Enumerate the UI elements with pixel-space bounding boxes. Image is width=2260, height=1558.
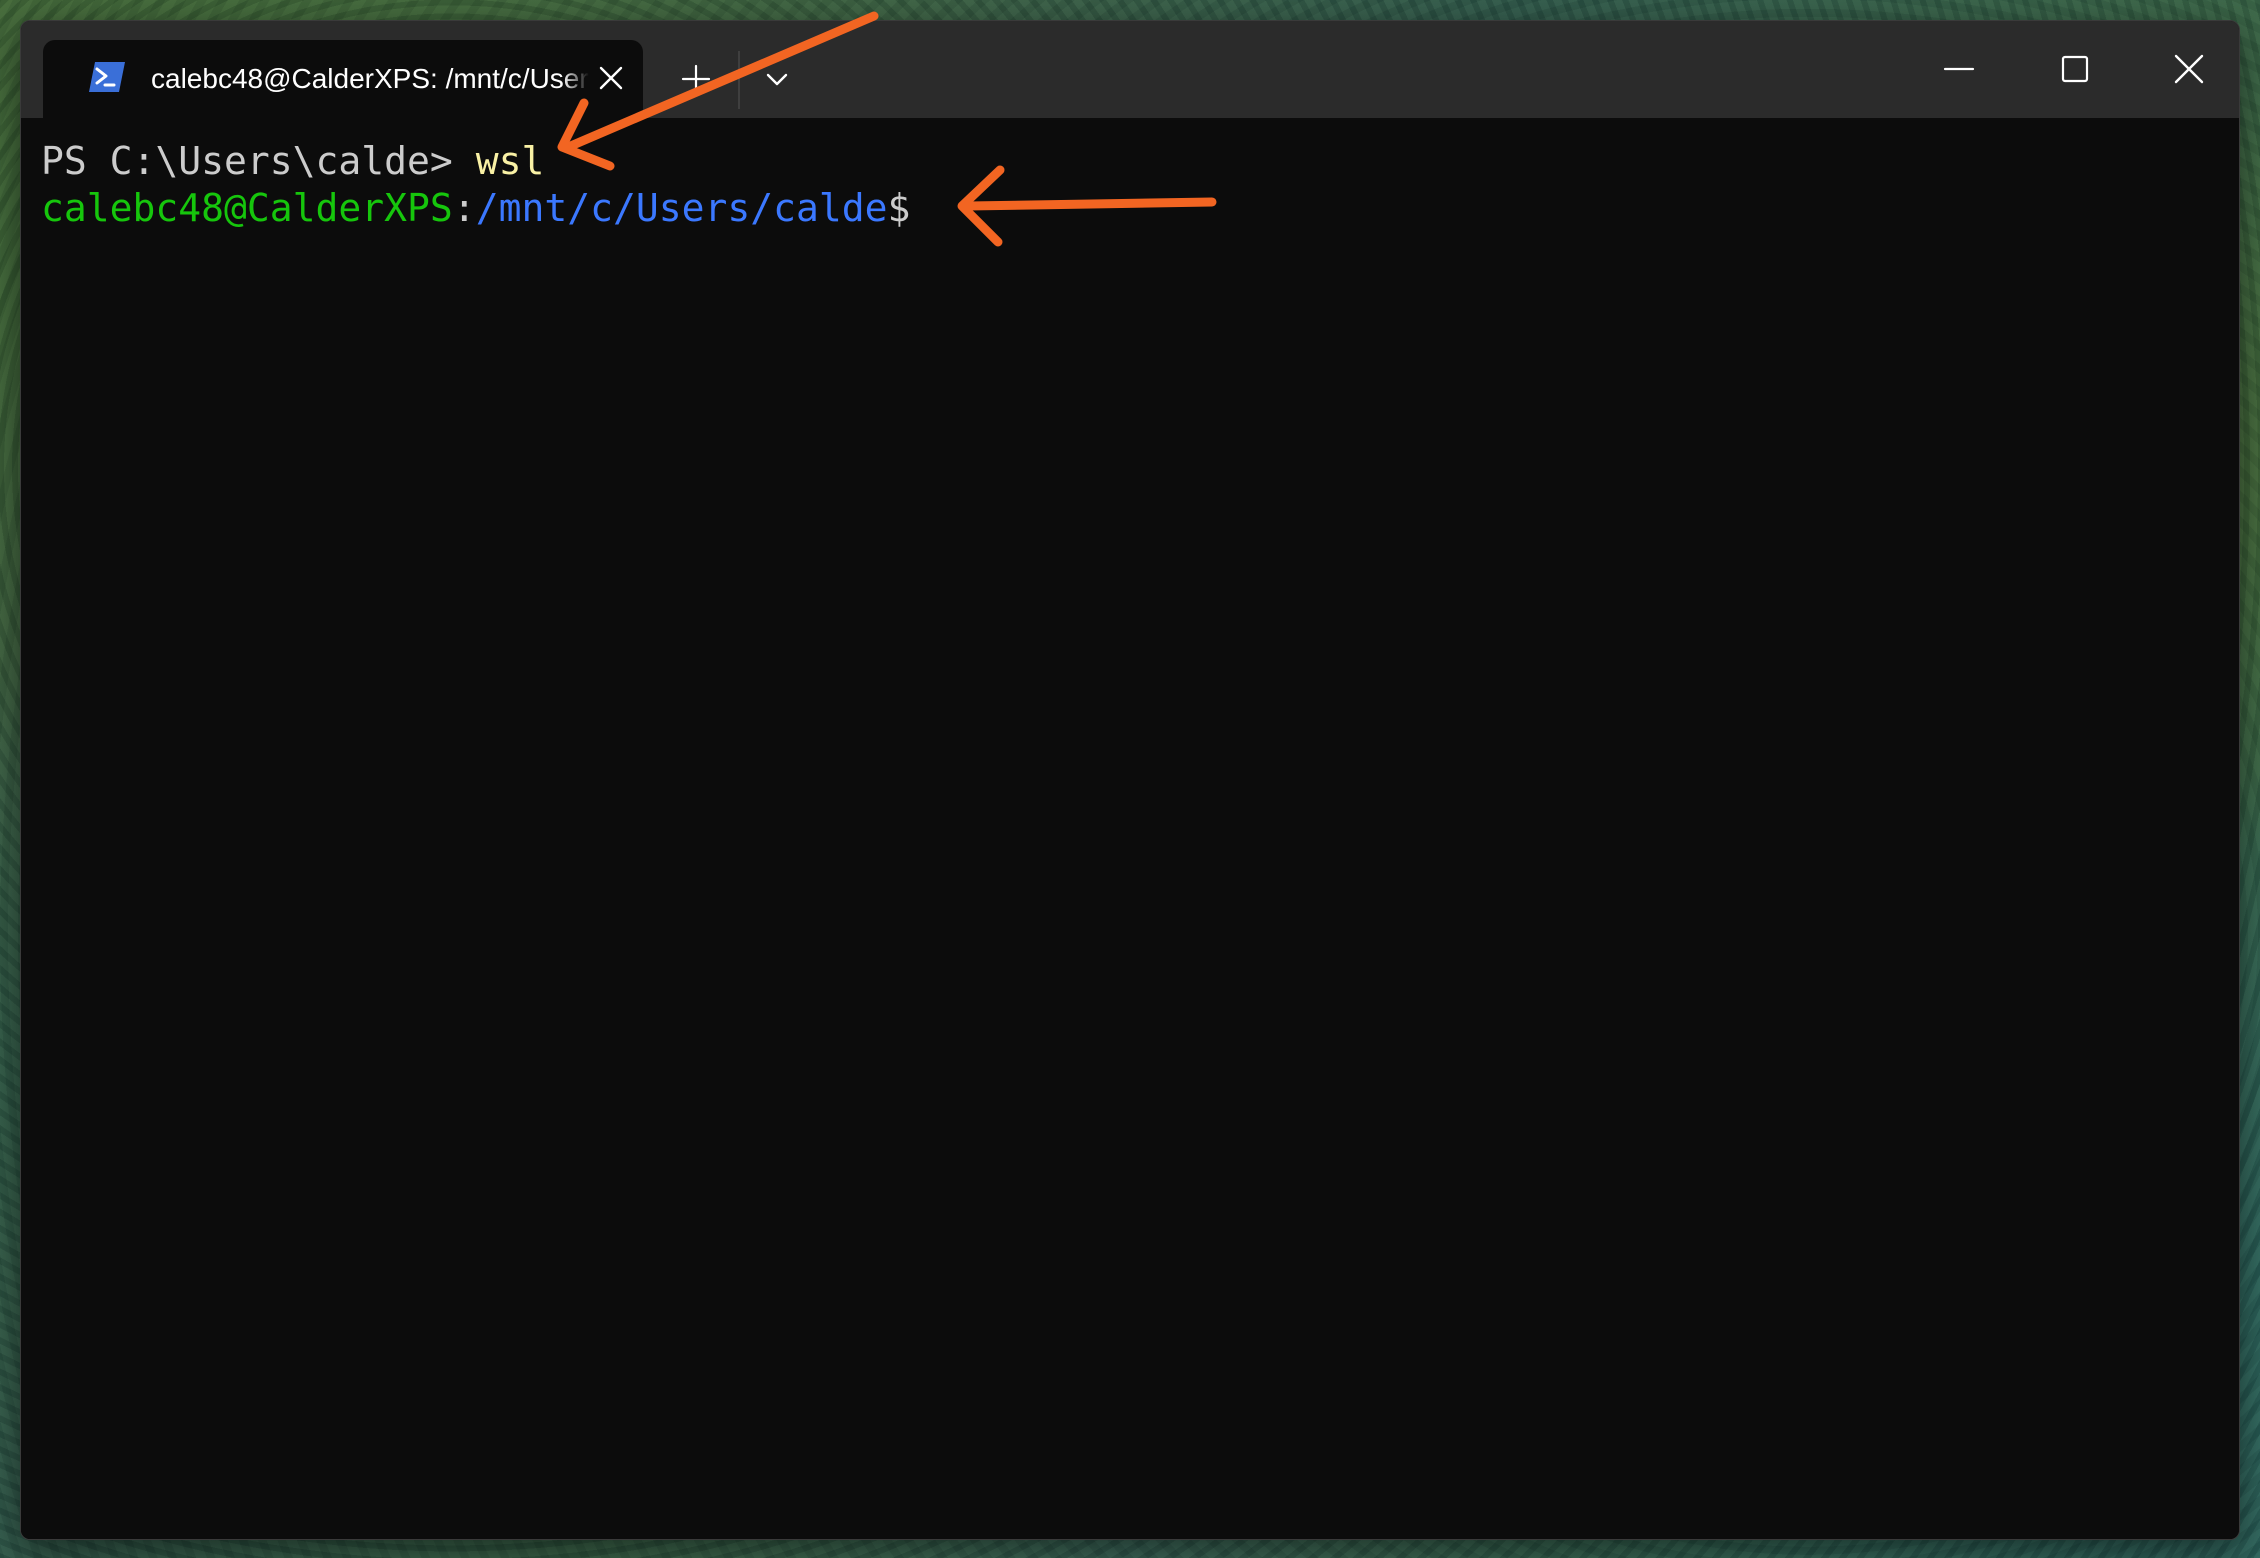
wsl-user-host: calebc48@CalderXPS xyxy=(41,186,453,230)
terminal-line-wsl: calebc48@CalderXPS:/mnt/c/Users/calde$ xyxy=(41,185,2239,232)
minimize-icon[interactable] xyxy=(1937,47,1981,91)
close-icon[interactable] xyxy=(2167,47,2211,91)
plus-icon[interactable] xyxy=(674,57,718,101)
powershell-prompt: PS C:\Users\calde> xyxy=(41,139,476,183)
chevron-down-icon[interactable] xyxy=(759,61,795,97)
wsl-prompt-dollar: $ xyxy=(887,186,911,230)
wsl-prompt-colon: : xyxy=(452,186,476,230)
maximize-icon[interactable] xyxy=(2053,47,2097,91)
terminal-window: calebc48@CalderXPS: /mnt/c/Users/calde P… xyxy=(20,20,2240,1540)
wsl-command: wsl xyxy=(475,139,545,183)
tab-divider xyxy=(738,51,740,109)
powershell-icon xyxy=(89,62,125,92)
tab-close-icon[interactable] xyxy=(595,62,627,94)
terminal-line-powershell: PS C:\Users\calde> wsl xyxy=(41,138,2239,185)
wsl-current-path: /mnt/c/Users/calde xyxy=(475,186,888,230)
tab-active[interactable]: calebc48@CalderXPS: /mnt/c/Users/calde xyxy=(43,40,643,118)
tab-title: calebc48@CalderXPS: /mnt/c/Users/calde xyxy=(151,63,589,94)
title-bar: calebc48@CalderXPS: /mnt/c/Users/calde xyxy=(21,21,2239,118)
terminal-output[interactable]: PS C:\Users\calde> wsl calebc48@CalderXP… xyxy=(21,118,2239,1539)
